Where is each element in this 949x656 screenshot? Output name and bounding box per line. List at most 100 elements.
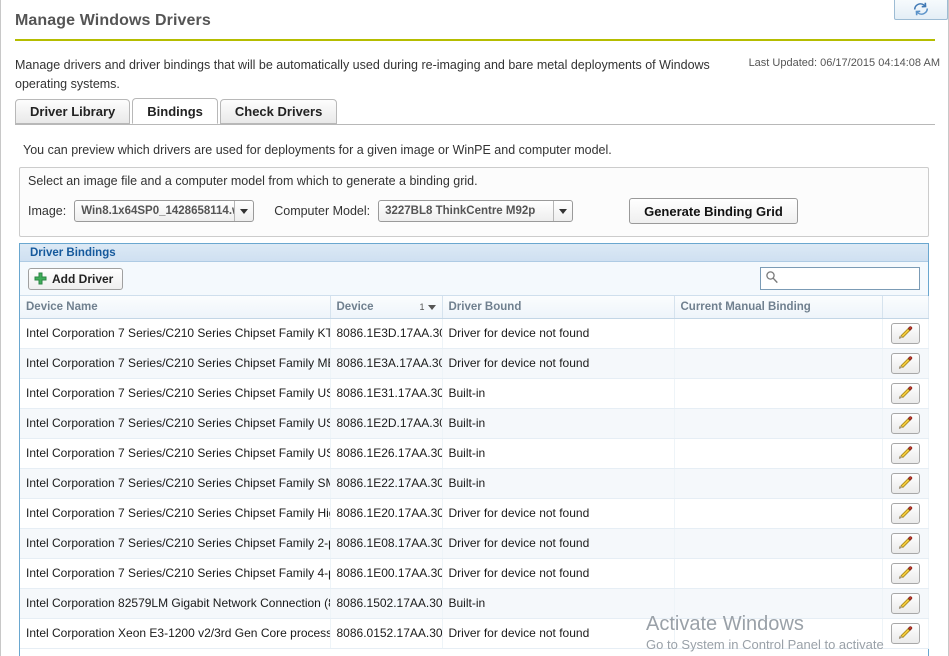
cell-device: 8086.1E2D.17AA.30 [330,408,443,439]
add-driver-button[interactable]: Add Driver [28,267,124,290]
pencil-icon [898,474,913,492]
edit-binding-button[interactable] [890,502,920,524]
cell-driver-bound: Built-in [442,588,675,619]
page-title: Manage Windows Drivers [15,12,211,29]
last-updated-label: Last Updated: 06/17/2015 04:14:08 AM [748,57,940,69]
driver-bindings-table: Device Name Device 1 Driver Bound Curren… [20,296,929,649]
tab-driver-library[interactable]: Driver Library [15,99,131,124]
cell-edit [882,378,929,409]
table-row[interactable]: Intel Corporation 7 Series/C210 Series C… [20,318,929,349]
generate-binding-grid-button[interactable]: Generate Binding Grid [629,198,798,224]
cell-device-name: Intel Corporation 7 Series/C210 Series C… [20,348,331,379]
cell-device: 8086.1E26.17AA.30 [330,438,443,469]
edit-binding-button[interactable] [890,412,920,434]
cell-edit [882,528,929,559]
tab-description: You can preview which drivers are used f… [23,143,612,157]
image-select-value: Win8.1x64SP0_1428658114.wim [81,205,234,217]
computer-model-label: Computer Model: [274,204,371,218]
cell-current-manual-binding [674,378,883,409]
edit-binding-button[interactable] [890,382,920,404]
table-row[interactable]: Intel Corporation 7 Series/C210 Series C… [20,408,929,439]
cell-driver-bound: Driver for device not found [442,528,675,559]
selection-instruction: Select an image file and a computer mode… [28,174,478,188]
table-row[interactable]: Intel Corporation 7 Series/C210 Series C… [20,438,929,469]
cell-driver-bound: Built-in [442,468,675,499]
cell-edit [882,498,929,529]
cell-device-name: Intel Corporation 7 Series/C210 Series C… [20,318,331,349]
image-label: Image: [28,204,67,218]
cell-current-manual-binding [674,588,883,619]
image-select[interactable]: Win8.1x64SP0_1428658114.wim [74,200,255,222]
cell-current-manual-binding [674,408,883,439]
tab-bindings[interactable]: Bindings [132,98,218,124]
table-row[interactable]: Intel Corporation 82579LM Gigabit Networ… [20,588,929,619]
edit-binding-button[interactable] [890,622,920,644]
plus-icon [34,272,47,285]
cell-edit [882,438,929,469]
cell-current-manual-binding [674,618,883,649]
computer-model-select-value: 3227BL8 ThinkCentre M92p [385,205,536,217]
chevron-down-icon [234,201,253,221]
table-row[interactable]: Intel Corporation 7 Series/C210 Series C… [20,378,929,409]
tab-check-drivers[interactable]: Check Drivers [219,99,338,124]
pencil-icon [898,504,913,522]
cell-current-manual-binding [674,468,883,499]
edit-binding-button[interactable] [890,322,920,344]
page-description: Manage drivers and driver bindings that … [15,58,710,91]
table-row[interactable]: Intel Corporation 7 Series/C210 Series C… [20,498,929,529]
driver-bindings-panel: Driver Bindings Add Driver Device Name D… [19,243,940,656]
edit-binding-button[interactable] [890,352,920,374]
driver-bindings-title: Driver Bindings [30,246,116,259]
table-row[interactable]: Intel Corporation 7 Series/C210 Series C… [20,558,929,589]
cell-device-name: Intel Corporation 7 Series/C210 Series C… [20,528,331,559]
pencil-icon [898,354,913,372]
table-row[interactable]: Intel Corporation 7 Series/C210 Series C… [20,528,929,559]
pencil-icon [898,444,913,462]
column-header-device[interactable]: Device 1 [330,296,443,319]
cell-driver-bound: Driver for device not found [442,348,675,379]
cell-device: 8086.1E3D.17AA.30 [330,318,443,349]
column-header-actions [882,296,929,319]
edit-binding-button[interactable] [890,562,920,584]
refresh-icon [912,1,930,17]
search-input[interactable] [779,269,940,288]
cell-device: 8086.1E3A.17AA.30 [330,348,443,379]
cell-device: 8086.1E20.17AA.30 [330,498,443,529]
cell-driver-bound: Driver for device not found [442,498,675,529]
cell-edit [882,558,929,589]
search-icon [765,270,779,287]
tab-bar: Driver Library Bindings Check Drivers [15,98,935,125]
column-header-current-manual-binding[interactable]: Current Manual Binding [674,296,883,319]
table-body: Intel Corporation 7 Series/C210 Series C… [20,318,929,649]
refresh-button[interactable] [894,0,948,20]
add-driver-label: Add Driver [52,271,114,286]
cell-device: 8086.0152.17AA.30 [330,618,443,649]
driver-management-page: Manage Windows Drivers Manage drivers an… [0,0,949,656]
edit-binding-button[interactable] [890,472,920,494]
cell-current-manual-binding [674,318,883,349]
sort-indicator: 1 [419,296,436,317]
cell-edit [882,408,929,439]
cell-device: 8086.1E31.17AA.30 [330,378,443,409]
cell-driver-bound: Driver for device not found [442,618,675,649]
table-header-row: Device Name Device 1 Driver Bound Curren… [20,296,929,319]
edit-binding-button[interactable] [890,442,920,464]
title-divider [15,39,935,41]
table-row[interactable]: Intel Corporation 7 Series/C210 Series C… [20,468,929,499]
pencil-icon [898,594,913,612]
computer-model-select[interactable]: 3227BL8 ThinkCentre M92p [378,200,574,222]
table-row[interactable]: Intel Corporation 7 Series/C210 Series C… [20,348,929,379]
column-header-device-name[interactable]: Device Name [20,296,331,319]
pencil-icon [898,384,913,402]
pencil-icon [898,564,913,582]
cell-device: 8086.1E22.17AA.30 [330,468,443,499]
cell-driver-bound: Driver for device not found [442,558,675,589]
edit-binding-button[interactable] [890,592,920,614]
table-row[interactable]: Intel Corporation Xeon E3-1200 v2/3rd Ge… [20,618,929,649]
sort-descending-icon [427,304,436,310]
cell-driver-bound: Built-in [442,378,675,409]
column-header-driver-bound[interactable]: Driver Bound [442,296,675,319]
search-box[interactable] [760,267,940,290]
edit-binding-button[interactable] [890,532,920,554]
cell-device: 8086.1E00.17AA.30 [330,558,443,589]
